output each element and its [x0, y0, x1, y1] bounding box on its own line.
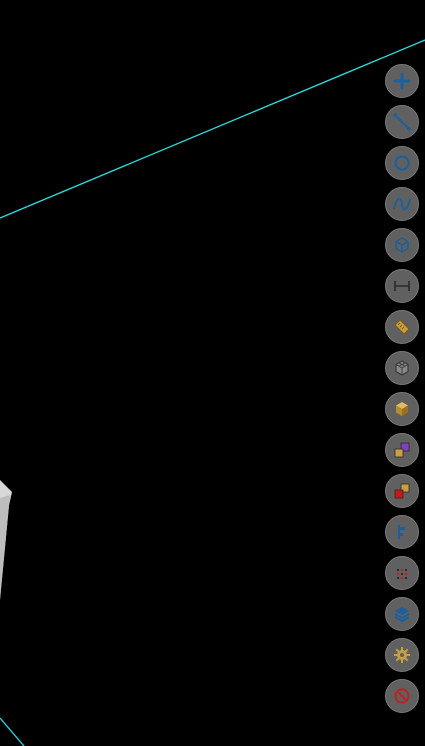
settings-button[interactable]	[385, 638, 419, 672]
material-swatch-red-icon	[394, 483, 410, 499]
grid-tool-button[interactable]	[385, 556, 419, 590]
cancel-icon	[394, 688, 410, 704]
tool-palette	[385, 64, 421, 720]
measure-tool-button[interactable]	[385, 310, 419, 344]
mesh-tool-button[interactable]	[385, 351, 419, 385]
align-icon	[398, 525, 405, 539]
plus-icon	[393, 72, 411, 90]
circle-tool-button[interactable]	[385, 146, 419, 180]
material-purple-button[interactable]	[385, 433, 419, 467]
solid-tool-button[interactable]	[385, 392, 419, 426]
line-tool-button[interactable]	[385, 105, 419, 139]
layers-icon	[394, 607, 410, 623]
circle-icon	[394, 155, 410, 171]
viewport-background	[0, 0, 425, 746]
solid-cube-icon	[396, 402, 408, 416]
3d-viewport[interactable]	[0, 0, 425, 746]
add-button[interactable]	[385, 64, 419, 98]
dimension-tool-button[interactable]	[385, 269, 419, 303]
dimension-icon	[394, 281, 410, 291]
mesh-cube-icon	[395, 360, 409, 376]
layers-button[interactable]	[385, 597, 419, 631]
align-tool-button[interactable]	[385, 515, 419, 549]
curve-tool-button[interactable]	[385, 187, 419, 221]
gear-icon	[394, 647, 410, 663]
material-red-button[interactable]	[385, 474, 419, 508]
line-segment-icon	[393, 113, 411, 131]
curve-icon	[393, 197, 411, 211]
material-swatch-purple-icon	[394, 442, 410, 458]
cancel-button[interactable]	[385, 679, 419, 713]
box-tool-button[interactable]	[385, 228, 419, 262]
wireframe-box-icon	[395, 237, 409, 253]
grid-dots-icon	[397, 569, 407, 579]
ruler-icon	[394, 319, 410, 335]
